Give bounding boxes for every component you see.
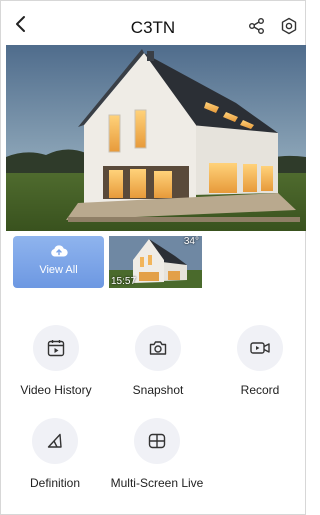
record-button[interactable]: Record bbox=[210, 325, 310, 399]
video-history-button[interactable]: Video History bbox=[6, 325, 106, 399]
share-button[interactable] bbox=[247, 16, 267, 36]
back-button[interactable] bbox=[10, 13, 32, 35]
multi-screen-live-label: Multi-Screen Live bbox=[110, 476, 204, 490]
record-label: Record bbox=[240, 383, 280, 397]
camera-feed-image bbox=[6, 45, 306, 231]
share-icon bbox=[249, 18, 264, 34]
gear-icon bbox=[281, 17, 297, 35]
camera-icon bbox=[149, 341, 167, 355]
back-arrow-icon bbox=[16, 16, 25, 32]
top-bar: C3TN bbox=[0, 0, 306, 46]
snapshot-button[interactable]: Snapshot bbox=[108, 325, 208, 399]
thumbnail-temperature: 34° bbox=[183, 236, 199, 247]
video-history-icon-circle bbox=[33, 325, 79, 371]
recording-thumbnail[interactable]: 34° 15:57 bbox=[109, 236, 202, 288]
definition-icon bbox=[47, 433, 62, 448]
multi-screen-live-button[interactable]: Multi-Screen Live bbox=[107, 418, 207, 492]
video-record-icon bbox=[250, 342, 270, 354]
definition-button[interactable]: Definition bbox=[5, 418, 105, 492]
record-icon-circle bbox=[237, 325, 283, 371]
definition-icon-circle bbox=[32, 418, 78, 464]
snapshot-icon-circle bbox=[135, 325, 181, 371]
view-all-button[interactable]: View All bbox=[13, 236, 104, 288]
cloud-upload-icon bbox=[51, 245, 68, 257]
thumbnail-timestamp: 15:57 bbox=[111, 276, 137, 287]
grid-screen-icon bbox=[148, 433, 166, 449]
calendar-play-icon bbox=[47, 340, 65, 357]
view-all-label: View All bbox=[39, 264, 78, 276]
settings-button[interactable] bbox=[279, 16, 299, 36]
multi-screen-icon-circle bbox=[134, 418, 180, 464]
live-camera-view[interactable] bbox=[6, 45, 306, 231]
